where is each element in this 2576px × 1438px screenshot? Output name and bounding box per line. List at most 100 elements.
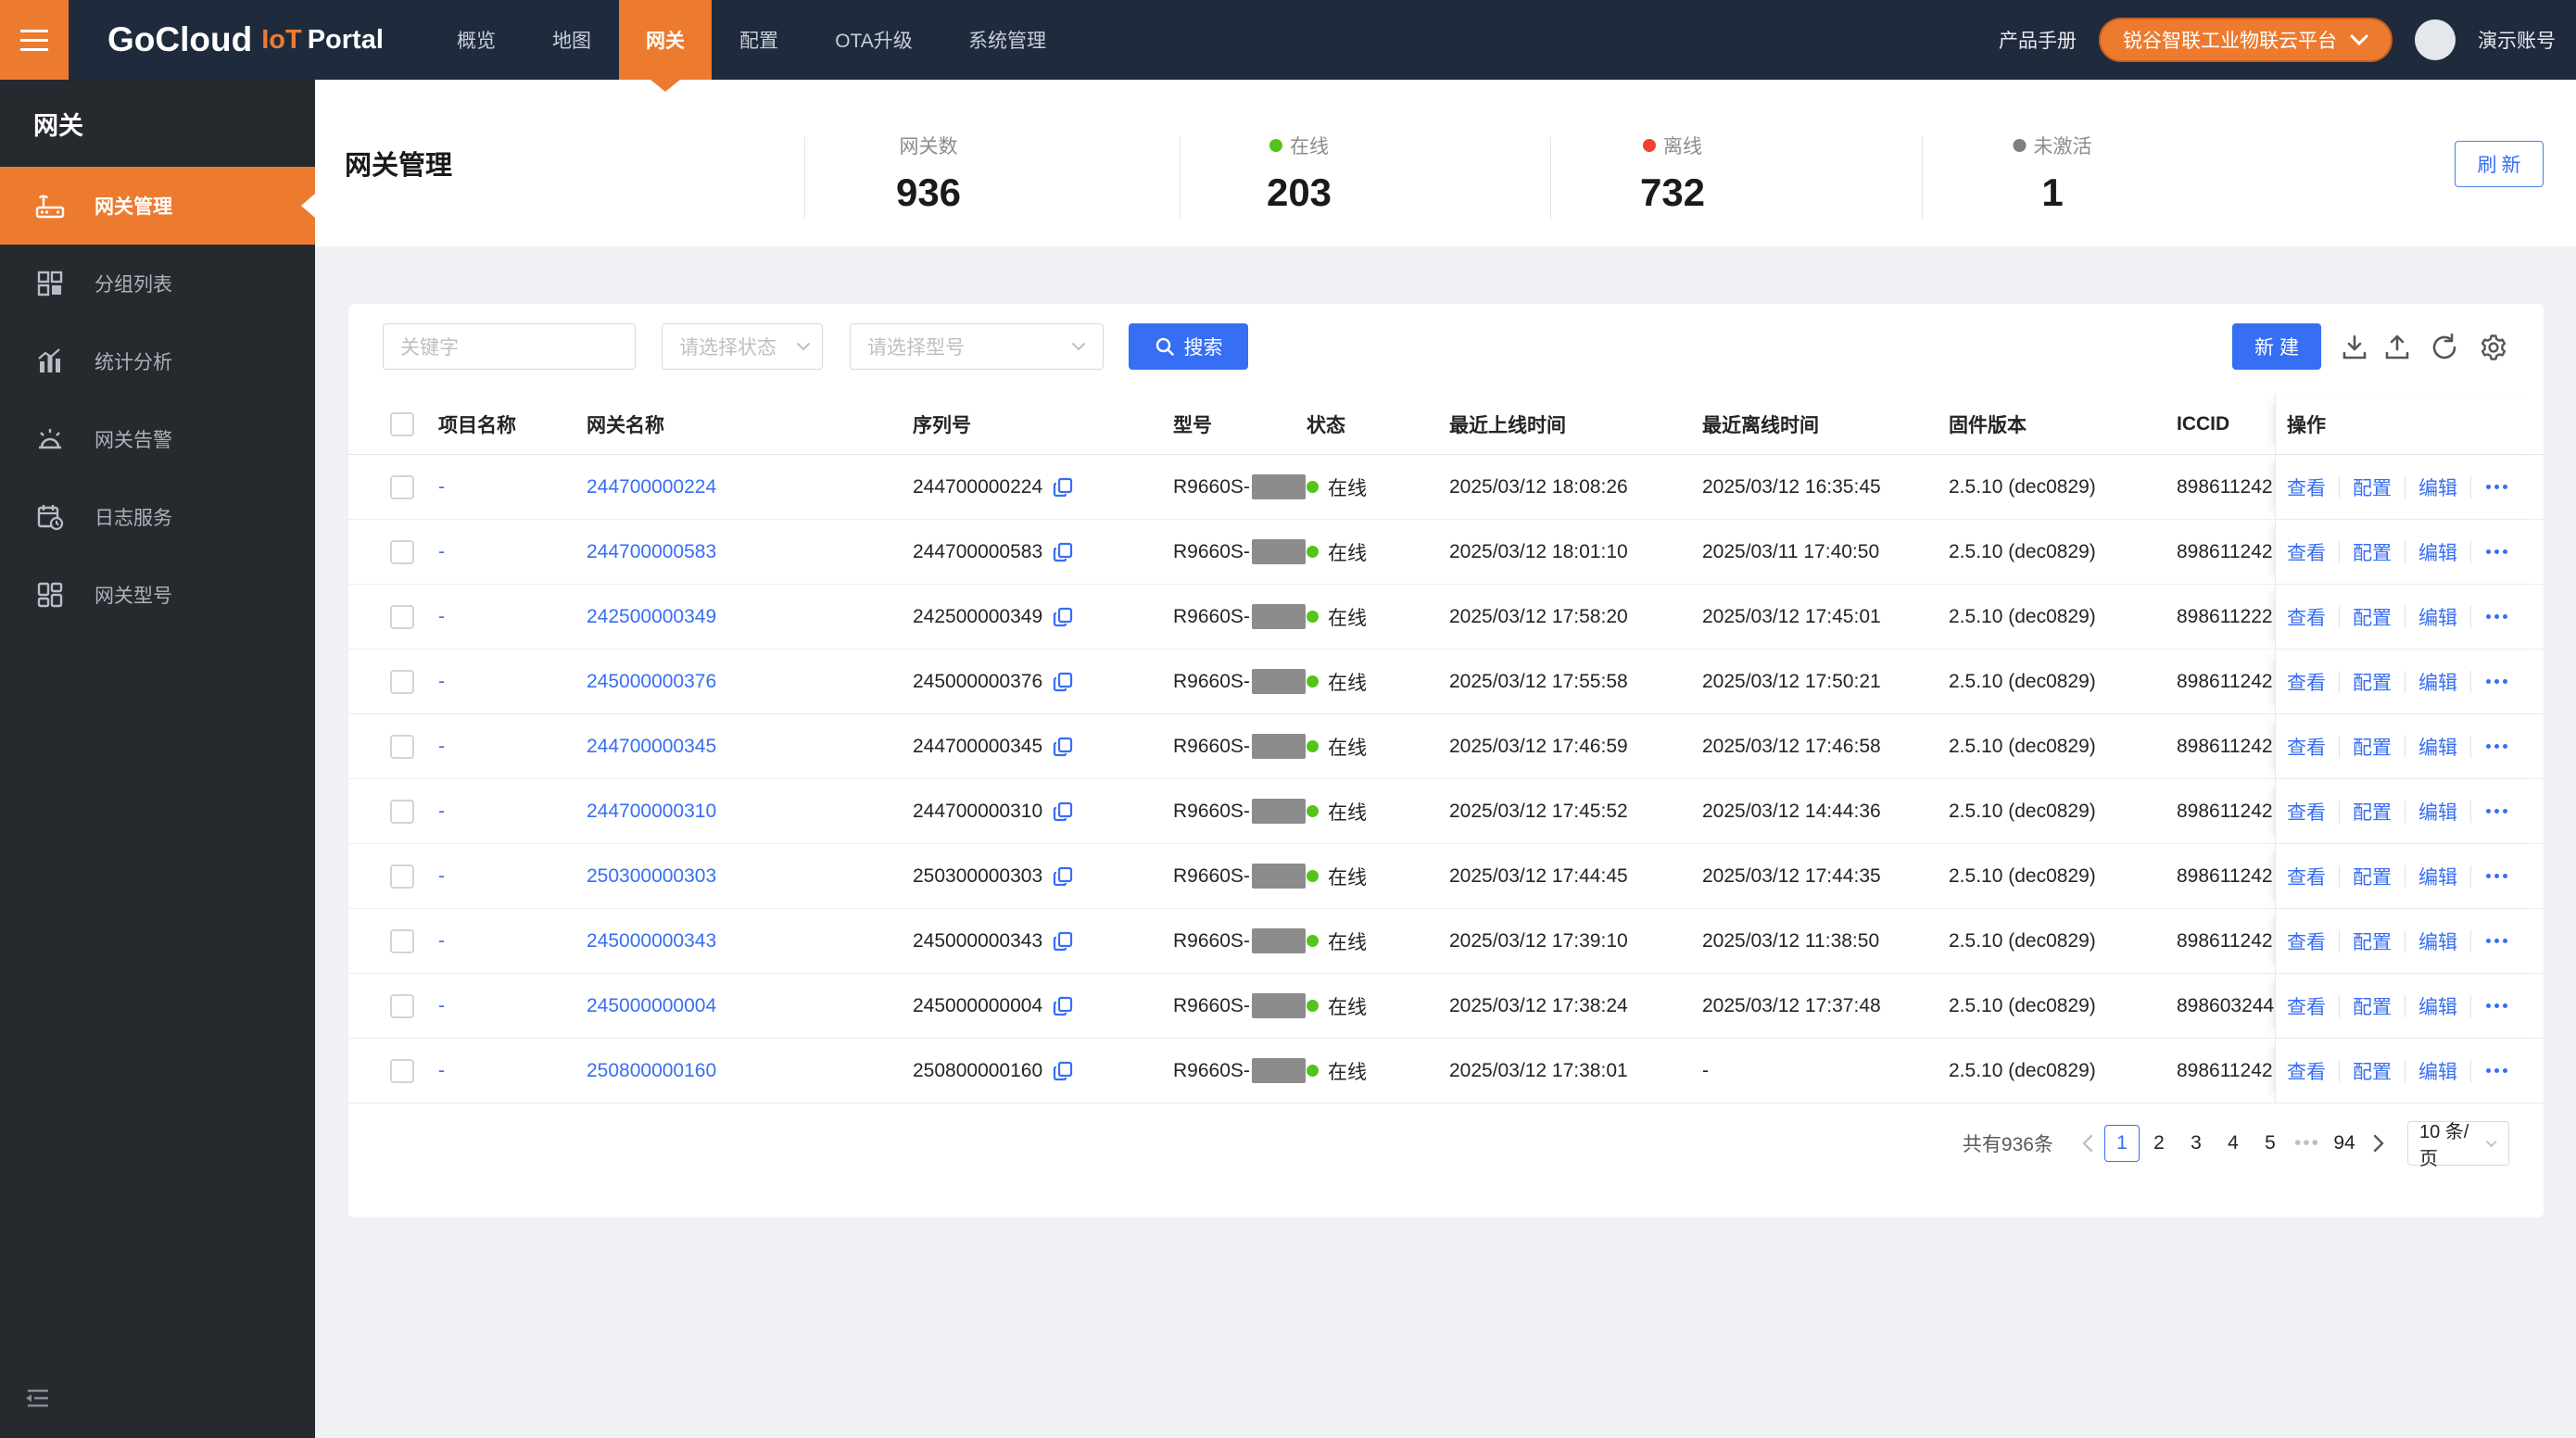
edit-action[interactable]: 编辑: [2418, 538, 2457, 566]
row-checkbox[interactable]: [390, 539, 414, 564]
sidebar-item-gateway-model[interactable]: 网关型号: [0, 556, 315, 634]
copy-icon[interactable]: [1052, 801, 1074, 823]
model-select[interactable]: 请选择型号: [850, 323, 1104, 370]
more-actions-icon[interactable]: [2486, 679, 2507, 684]
import-download-icon[interactable]: [2340, 333, 2369, 362]
edit-action[interactable]: 编辑: [2418, 473, 2457, 501]
page-last[interactable]: 94: [2327, 1125, 2362, 1162]
row-checkbox[interactable]: [390, 993, 414, 1018]
row-checkbox[interactable]: [390, 734, 414, 759]
export-upload-icon[interactable]: [2382, 333, 2412, 362]
more-actions-icon[interactable]: [2486, 1003, 2507, 1008]
config-action[interactable]: 配置: [2353, 538, 2392, 566]
nav-tab-overview[interactable]: 概览: [457, 0, 496, 80]
pagination-ellipsis[interactable]: •••: [2294, 1132, 2320, 1154]
nav-tab-system-admin[interactable]: 系统管理: [968, 0, 1046, 80]
refresh-button[interactable]: 刷新: [2455, 141, 2544, 187]
avatar[interactable]: [2415, 19, 2456, 60]
edit-action[interactable]: 编辑: [2418, 668, 2457, 696]
sidebar-item-statistics[interactable]: 统计分析: [0, 322, 315, 400]
row-checkbox[interactable]: [390, 799, 414, 824]
sidebar-item-log-service[interactable]: 日志服务: [0, 478, 315, 556]
reload-icon[interactable]: [2430, 333, 2459, 362]
copy-icon[interactable]: [1052, 995, 1074, 1017]
config-action[interactable]: 配置: [2353, 992, 2392, 1020]
create-button[interactable]: 新建: [2232, 323, 2321, 370]
config-action[interactable]: 配置: [2353, 733, 2392, 761]
view-action[interactable]: 查看: [2287, 992, 2326, 1020]
select-all-checkbox[interactable]: [390, 411, 414, 436]
view-action[interactable]: 查看: [2287, 733, 2326, 761]
edit-action[interactable]: 编辑: [2418, 798, 2457, 826]
page-5[interactable]: 5: [2253, 1125, 2288, 1162]
row-checkbox[interactable]: [390, 669, 414, 694]
sidebar-item-group-list[interactable]: 分组列表: [0, 245, 315, 322]
hamburger-menu-icon[interactable]: [0, 0, 69, 80]
prev-page-icon[interactable]: [2072, 1125, 2103, 1162]
gateway-name-link[interactable]: 250800000160: [587, 1060, 716, 1082]
more-actions-icon[interactable]: [2486, 809, 2507, 814]
more-actions-icon[interactable]: [2486, 485, 2507, 489]
row-checkbox[interactable]: [390, 474, 414, 499]
gateway-name-link[interactable]: 244700000310: [587, 801, 716, 823]
sidebar-collapse-icon[interactable]: [22, 1382, 56, 1416]
edit-action[interactable]: 编辑: [2418, 927, 2457, 955]
gateway-name-link[interactable]: 244700000224: [587, 476, 716, 498]
page-4[interactable]: 4: [2216, 1125, 2251, 1162]
keyword-input[interactable]: 关键字: [383, 323, 636, 370]
edit-action[interactable]: 编辑: [2418, 603, 2457, 631]
config-action[interactable]: 配置: [2353, 668, 2392, 696]
gear-icon[interactable]: [2479, 333, 2508, 362]
status-select[interactable]: 请选择状态: [662, 323, 823, 370]
gateway-name-link[interactable]: 244700000345: [587, 736, 716, 758]
gateway-name-link[interactable]: 245000000004: [587, 995, 716, 1017]
platform-switcher-button[interactable]: 锐谷智联工业物联云平台: [2099, 18, 2393, 62]
more-actions-icon[interactable]: [2486, 549, 2507, 554]
page-2[interactable]: 2: [2141, 1125, 2177, 1162]
gateway-name-link[interactable]: 244700000583: [587, 541, 716, 563]
sidebar-item-gateway-alarm[interactable]: 网关告警: [0, 400, 315, 478]
gateway-name-link[interactable]: 245000000343: [587, 930, 716, 952]
edit-action[interactable]: 编辑: [2418, 992, 2457, 1020]
page-1-active[interactable]: 1: [2103, 1125, 2140, 1162]
view-action[interactable]: 查看: [2287, 603, 2326, 631]
page-3[interactable]: 3: [2178, 1125, 2214, 1162]
more-actions-icon[interactable]: [2486, 614, 2507, 619]
copy-icon[interactable]: [1052, 865, 1074, 888]
copy-icon[interactable]: [1052, 476, 1074, 498]
sidebar-item-gateway-management[interactable]: 网关管理: [0, 167, 315, 245]
config-action[interactable]: 配置: [2353, 927, 2392, 955]
more-actions-icon[interactable]: [2486, 874, 2507, 878]
view-action[interactable]: 查看: [2287, 1057, 2326, 1085]
copy-icon[interactable]: [1052, 606, 1074, 628]
next-page-icon[interactable]: [2363, 1125, 2394, 1162]
copy-icon[interactable]: [1052, 671, 1074, 693]
row-checkbox[interactable]: [390, 864, 414, 889]
row-checkbox[interactable]: [390, 928, 414, 953]
view-action[interactable]: 查看: [2287, 863, 2326, 890]
nav-tab-ota-upgrade[interactable]: OTA升级: [835, 0, 913, 80]
row-checkbox[interactable]: [390, 1058, 414, 1083]
search-button[interactable]: 搜索: [1129, 323, 1248, 370]
more-actions-icon[interactable]: [2486, 744, 2507, 749]
copy-icon[interactable]: [1052, 930, 1074, 952]
view-action[interactable]: 查看: [2287, 473, 2326, 501]
product-manual-link[interactable]: 产品手册: [1999, 26, 2077, 54]
row-checkbox[interactable]: [390, 604, 414, 629]
config-action[interactable]: 配置: [2353, 863, 2392, 890]
edit-action[interactable]: 编辑: [2418, 733, 2457, 761]
copy-icon[interactable]: [1052, 736, 1074, 758]
view-action[interactable]: 查看: [2287, 798, 2326, 826]
config-action[interactable]: 配置: [2353, 603, 2392, 631]
nav-tab-map[interactable]: 地图: [552, 0, 591, 80]
more-actions-icon[interactable]: [2486, 939, 2507, 943]
gateway-name-link[interactable]: 245000000376: [587, 671, 716, 693]
config-action[interactable]: 配置: [2353, 798, 2392, 826]
gateway-name-link[interactable]: 250300000303: [587, 865, 716, 888]
view-action[interactable]: 查看: [2287, 668, 2326, 696]
view-action[interactable]: 查看: [2287, 538, 2326, 566]
page-size-select[interactable]: 10 条/页: [2407, 1121, 2509, 1169]
edit-action[interactable]: 编辑: [2418, 1057, 2457, 1085]
view-action[interactable]: 查看: [2287, 927, 2326, 955]
gateway-name-link[interactable]: 242500000349: [587, 606, 716, 628]
